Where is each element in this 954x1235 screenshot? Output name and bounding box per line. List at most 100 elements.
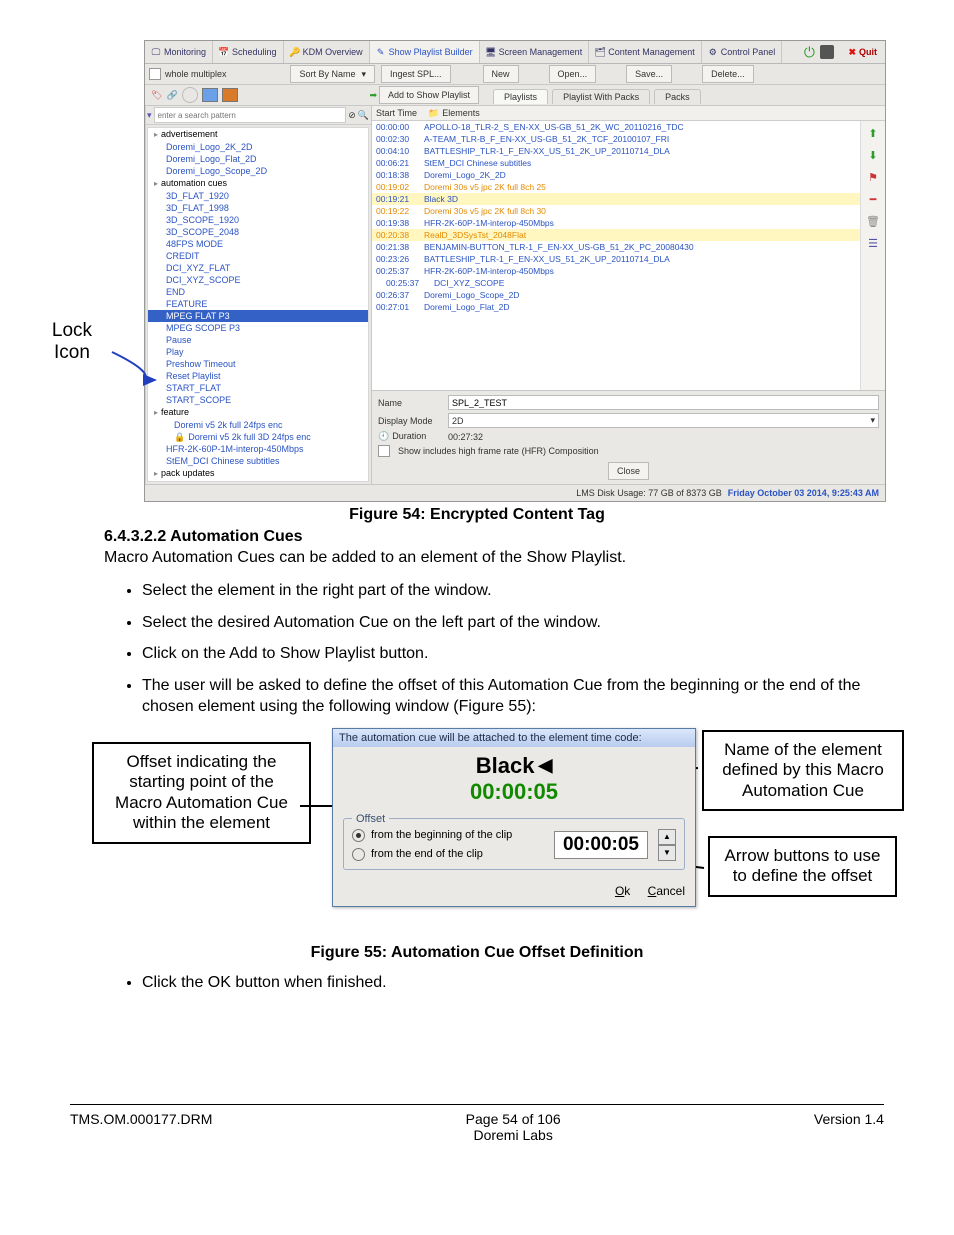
hfr-checkbox[interactable]: Show includes high frame rate (HFR) Comp…: [378, 445, 879, 457]
element-row[interactable]: 00:25:37DCI_XYZ_SCOPE: [372, 277, 860, 289]
element-row[interactable]: 00:19:02Doremi 30s v5 jpc 2K full 8ch 25: [372, 181, 860, 193]
circle-icon[interactable]: [182, 87, 198, 103]
close-button[interactable]: Close: [608, 462, 649, 480]
tree-item[interactable]: START_FLAT: [148, 382, 368, 394]
tree-item[interactable]: pack updates: [148, 467, 368, 480]
tree-item[interactable]: FEATURE: [148, 298, 368, 310]
tree-item[interactable]: 3D_SCOPE_2048: [148, 226, 368, 238]
tree-item[interactable]: HFR-2K-60P-1M-interop-450Mbps: [148, 443, 368, 455]
ok-button[interactable]: Ok: [615, 884, 630, 898]
stepper-up[interactable]: ▲: [658, 829, 676, 845]
tab-packs[interactable]: Packs: [654, 89, 701, 104]
tree-item[interactable]: StEM_DCI Chinese subtitles: [148, 455, 368, 467]
tree-item[interactable]: 🔒Doremi v5 2k full 3D 24fps enc: [148, 431, 368, 443]
whole-multiplex-checkbox[interactable]: whole multiplex: [149, 68, 227, 80]
tree-item[interactable]: DCI_XYZ_FLAT: [148, 262, 368, 274]
tree-item[interactable]: Preshow Timeout: [148, 358, 368, 370]
element-row[interactable]: 00:19:21Black 3D: [372, 193, 860, 205]
move-up-icon[interactable]: ⬆: [865, 125, 881, 141]
content-icon: 🗂: [595, 47, 605, 57]
tree-item[interactable]: MPEG FLAT P3: [148, 310, 368, 322]
element-row[interactable]: 00:02:30A-TEAM_TLR-B_F_EN-XX_US-GB_51_2K…: [372, 133, 860, 145]
radio-from-beginning[interactable]: from the beginning of the clip: [352, 829, 544, 842]
filter-dropdown-icon[interactable]: ▾: [147, 110, 152, 121]
element-row[interactable]: 00:18:38Doremi_Logo_2K_2D: [372, 169, 860, 181]
figure-54-wrapper: LockIcon 🖵Monitoring 📅Scheduling 🔑KDM Ov…: [70, 40, 884, 502]
arrow-right-icon[interactable]: ➡: [369, 90, 377, 101]
remove-icon[interactable]: ━: [865, 191, 881, 207]
tab-playlists[interactable]: Playlists: [493, 89, 548, 104]
tree-item[interactable]: advertisement: [148, 128, 368, 141]
element-row[interactable]: 00:19:38HFR-2K-60P-1M-interop-450Mbps: [372, 217, 860, 229]
new-button[interactable]: New: [483, 65, 519, 83]
element-row[interactable]: 00:04:10BATTLESHIP_TLR-1_F_EN-XX_US_51_2…: [372, 145, 860, 157]
element-row[interactable]: 00:20:38RealD_3DSysTst_2048Flat: [372, 229, 860, 241]
tab-control-panel[interactable]: ⚙Control Panel: [702, 41, 783, 63]
add-to-playlist-button[interactable]: Add to Show Playlist: [379, 86, 479, 104]
element-row[interactable]: 00:26:37Doremi_Logo_Scope_2D: [372, 289, 860, 301]
tree-item[interactable]: Doremi_Logo_Scope_2D: [148, 165, 368, 177]
quit-button[interactable]: ✖Quit: [840, 47, 885, 58]
tree-item[interactable]: MPEG SCOPE P3: [148, 322, 368, 334]
open-button[interactable]: Open...: [549, 65, 597, 83]
tree-item[interactable]: Doremi v5 2k full 24fps enc: [148, 419, 368, 431]
tree-item[interactable]: DCI_XYZ_SCOPE: [148, 274, 368, 286]
tree-item[interactable]: automation cues: [148, 177, 368, 190]
tree-item[interactable]: Doremi_Logo_Flat_2D: [148, 153, 368, 165]
stepper-down[interactable]: ▼: [658, 845, 676, 861]
tag-icon[interactable]: 🏷: [151, 90, 162, 101]
tree-item[interactable]: END: [148, 286, 368, 298]
move-down-icon[interactable]: ⬇: [865, 147, 881, 163]
radio-from-end[interactable]: from the end of the clip: [352, 848, 544, 861]
tab-scheduling[interactable]: 📅Scheduling: [213, 41, 284, 63]
tree-item[interactable]: 48FPS MODE: [148, 238, 368, 250]
name-field[interactable]: [448, 395, 879, 410]
clear-search-icon[interactable]: ⊘: [348, 110, 356, 121]
tree-item[interactable]: Pause: [148, 334, 368, 346]
tree-item[interactable]: pattern: [148, 480, 368, 482]
trash-icon[interactable]: 🗑: [865, 213, 881, 229]
screen-icon: 🖥: [486, 47, 496, 57]
tree-item[interactable]: START_SCOPE: [148, 394, 368, 406]
tab-kdm[interactable]: 🔑KDM Overview: [284, 41, 370, 63]
display-mode-dropdown[interactable]: 2D▾: [448, 413, 879, 428]
element-row[interactable]: 00:27:01Doremi_Logo_Flat_2D: [372, 301, 860, 313]
tree-item[interactable]: 3D_FLAT_1920: [148, 190, 368, 202]
ingest-spl-button[interactable]: Ingest SPL...: [381, 65, 451, 83]
zoom-icon[interactable]: 🔍: [358, 110, 369, 121]
element-row[interactable]: 00:21:38BENJAMIN-BUTTON_TLR-1_F_EN-XX_US…: [372, 241, 860, 253]
delete-button[interactable]: Delete...: [702, 65, 754, 83]
tree-item[interactable]: CREDIT: [148, 250, 368, 262]
tree-item[interactable]: Reset Playlist: [148, 370, 368, 382]
tab-content-mgmt[interactable]: 🗂Content Management: [589, 41, 702, 63]
box-icon-2[interactable]: [222, 88, 238, 102]
tree-item[interactable]: 3D_FLAT_1998: [148, 202, 368, 214]
sort-dropdown[interactable]: Sort By Name▾: [290, 65, 375, 83]
toolbar-row-1: whole multiplex Sort By Name▾ Ingest SPL…: [145, 64, 885, 85]
save-button[interactable]: Save...: [626, 65, 672, 83]
element-row[interactable]: 00:25:37HFR-2K-60P-1M-interop-450Mbps: [372, 265, 860, 277]
offset-value[interactable]: 00:00:05: [554, 831, 648, 859]
link-icon[interactable]: 🔗: [166, 90, 177, 101]
element-row[interactable]: 00:23:26BATTLESHIP_TLR-1_F_EN-XX_US_51_2…: [372, 253, 860, 265]
tab-show-playlist[interactable]: ✎Show Playlist Builder: [370, 41, 480, 63]
tab-screen-mgmt[interactable]: 🖥Screen Management: [480, 41, 590, 63]
list-icon[interactable]: ☰: [865, 235, 881, 251]
cancel-button[interactable]: Cancel: [648, 884, 685, 898]
power-icon[interactable]: ⏻: [804, 47, 814, 57]
tree-item[interactable]: Play: [148, 346, 368, 358]
flag-icon[interactable]: ⚑: [865, 169, 881, 185]
tree-item[interactable]: Doremi_Logo_2K_2D: [148, 141, 368, 153]
content-tree[interactable]: advertisementDoremi_Logo_2K_2DDoremi_Log…: [147, 127, 369, 482]
search-input[interactable]: [154, 107, 347, 123]
element-row[interactable]: 00:00:00APOLLO-18_TLR-2_S_EN-XX_US-GB_51…: [372, 121, 860, 133]
tab-playlist-with-packs[interactable]: Playlist With Packs: [552, 89, 650, 104]
tab-monitoring[interactable]: 🖵Monitoring: [145, 41, 213, 63]
box-icon-1[interactable]: [202, 88, 218, 102]
square-icon[interactable]: [820, 45, 834, 59]
element-row[interactable]: 00:19:22Doremi 30s v5 jpc 2K full 8ch 30: [372, 205, 860, 217]
tree-item[interactable]: 3D_SCOPE_1920: [148, 214, 368, 226]
element-row[interactable]: 00:06:21StEM_DCI Chinese subtitles: [372, 157, 860, 169]
tree-item[interactable]: feature: [148, 406, 368, 419]
elements-list[interactable]: 00:00:00APOLLO-18_TLR-2_S_EN-XX_US-GB_51…: [372, 121, 860, 390]
